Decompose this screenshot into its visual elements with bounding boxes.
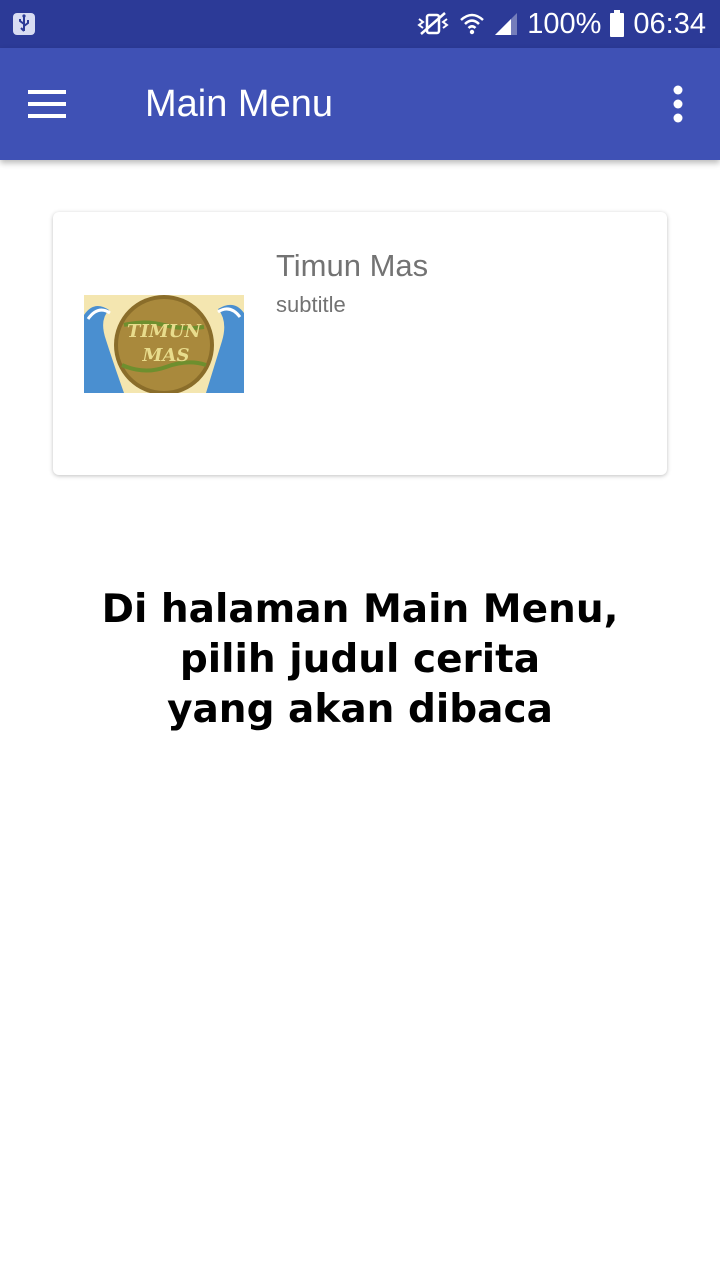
caption-line-2: pilih judul cerita <box>179 637 541 682</box>
app-bar: Main Menu <box>0 48 720 160</box>
battery-icon <box>609 10 625 38</box>
navigation-menu-button[interactable] <box>18 74 78 134</box>
svg-text:TIMUN: TIMUN <box>127 321 202 342</box>
hamburger-menu-icon <box>28 90 66 118</box>
signal-icon <box>493 11 519 37</box>
mute-vibrate-icon <box>415 10 451 38</box>
caption-line-3: yang akan dibaca <box>167 687 553 732</box>
story-title: Timun Mas <box>276 248 429 283</box>
svg-text:MAS: MAS <box>142 345 190 366</box>
clock: 06:34 <box>633 7 706 40</box>
wifi-icon <box>459 11 485 37</box>
story-subtitle: subtitle <box>276 292 346 317</box>
page-title: Main Menu <box>145 83 333 125</box>
instruction-caption: Di halaman Main Menu, pilih judul cerita… <box>0 585 720 735</box>
story-card-timun-mas[interactable]: TIMUN MAS Timun Mas subtitle <box>53 212 667 475</box>
story-thumbnail: TIMUN MAS <box>84 295 244 395</box>
usb-icon <box>12 12 36 36</box>
battery-percent: 100% <box>527 7 602 40</box>
status-bar: 100% 06:34 <box>0 0 720 48</box>
more-vert-icon <box>673 85 683 123</box>
overflow-menu-button[interactable] <box>658 80 698 130</box>
caption-line-1: Di halaman Main Menu, <box>101 587 619 632</box>
